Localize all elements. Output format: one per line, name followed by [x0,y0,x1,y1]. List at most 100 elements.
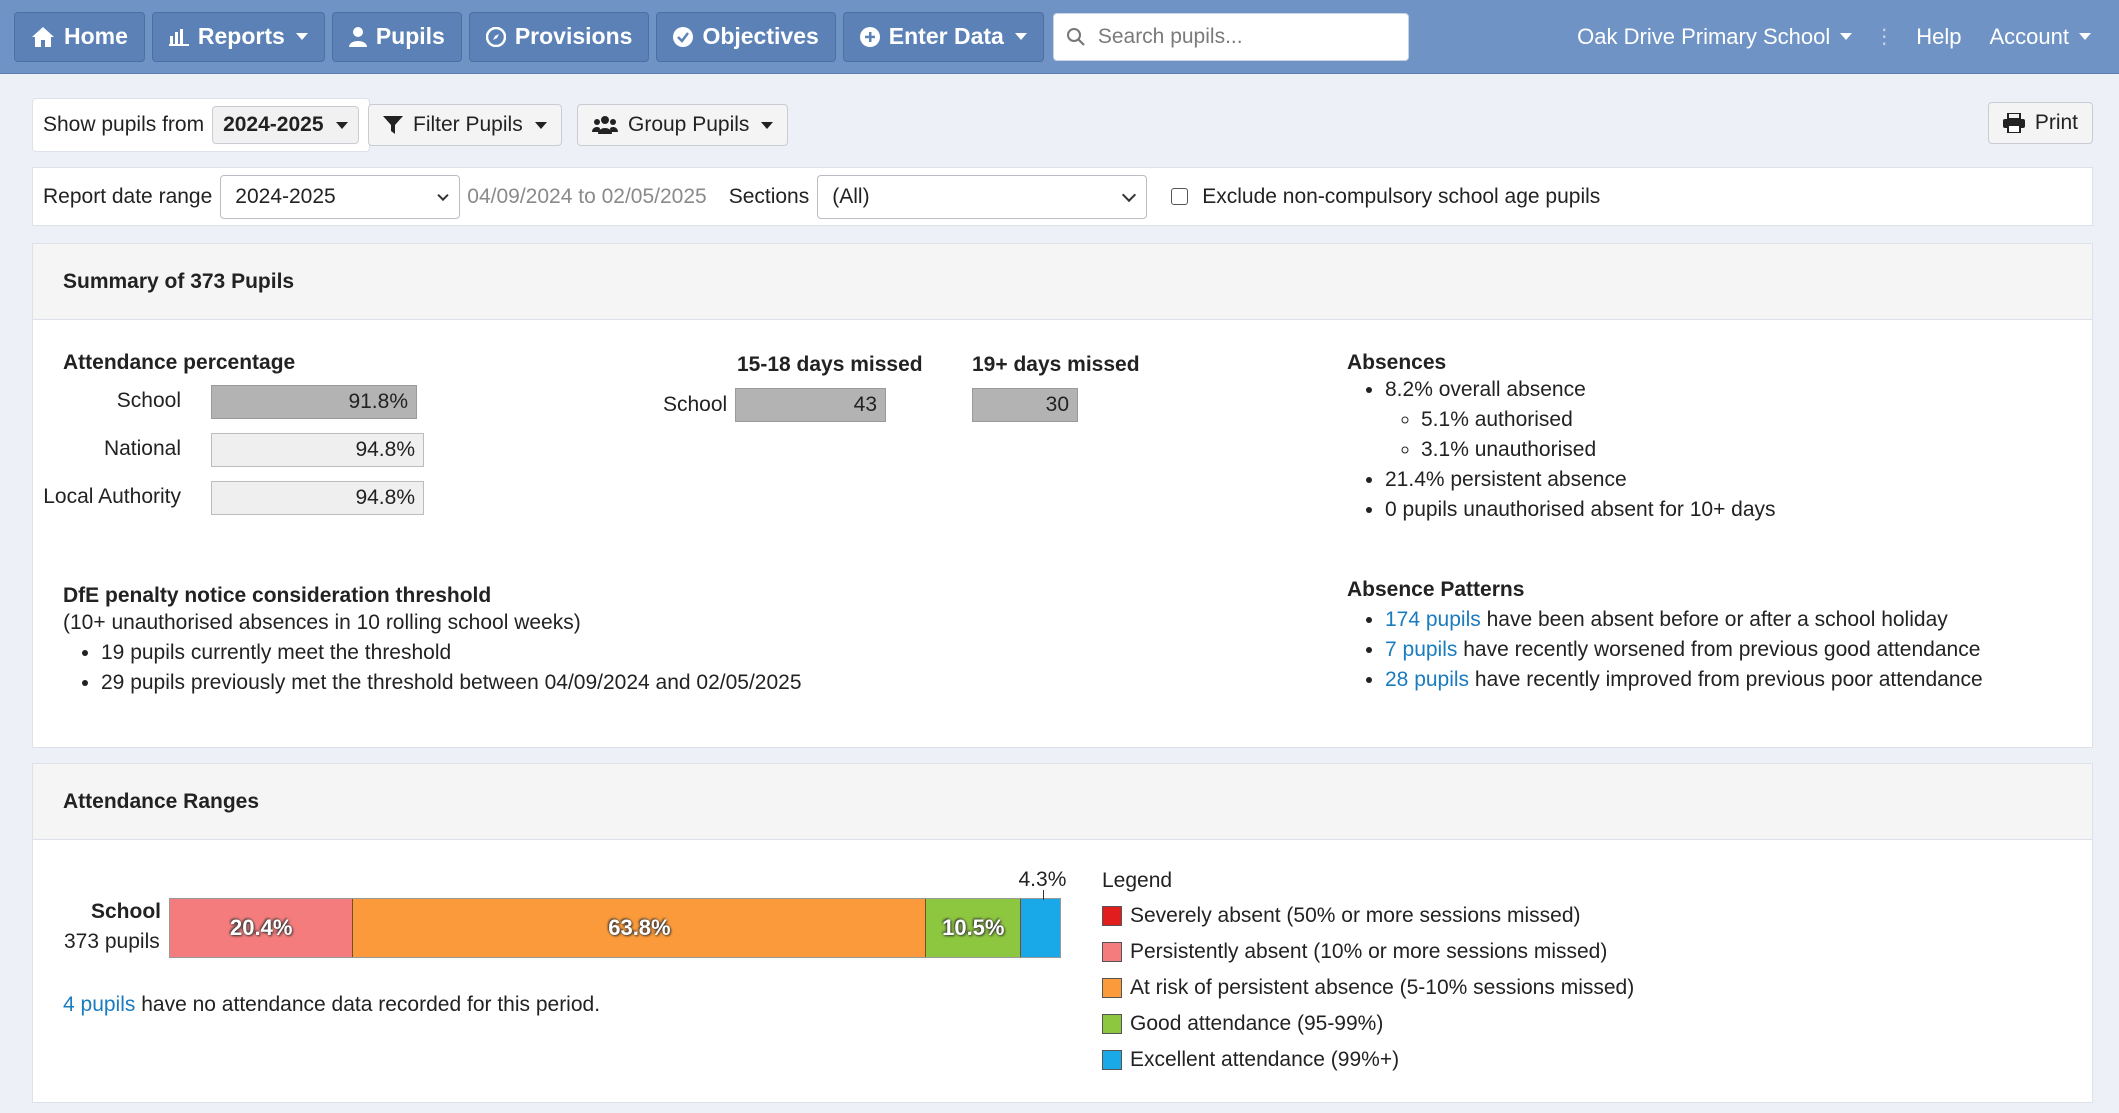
date-range-text: 04/09/2024 to 02/05/2025 [467,184,707,208]
user-icon [348,26,367,47]
missed-19-bar: 30 [972,388,1078,422]
nav-objectives-label: Objectives [702,23,819,49]
show-pupils-from-group: Show pupils from 2024-2025 [32,98,370,152]
filter-pupils-button[interactable]: Filter Pupils [368,104,562,146]
legend-label: Persistently absent (10% or more session… [1130,940,1608,963]
legend-label: Severely absent (50% or more sessions mi… [1130,904,1581,927]
top-navbar: Home Reports Pupils Provisions Objective… [0,0,2119,74]
date-range-value: 2024-2025 [235,184,336,208]
sections-select[interactable]: (All) [817,174,1148,219]
school-selector[interactable]: Oak Drive Primary School [1563,24,1866,50]
date-range-label: Report date range [43,184,213,208]
legend-swatch [1102,1050,1122,1070]
nav-reports-button[interactable]: Reports [151,11,325,62]
attendance-label-national: National [103,437,181,460]
users-icon [592,116,618,134]
chevron-down-icon [1840,33,1853,40]
missed-19-heading: 19+ days missed [972,353,1140,376]
attendance-bar-national: 94.8% [211,433,424,467]
bar-chart-icon [168,28,189,46]
toolbar-row-1: Show pupils from 2024-2025 Filter Pupils… [32,98,2093,152]
sections-label: Sections [728,184,810,208]
date-range-select[interactable]: 2024-2025 [220,174,461,219]
exclude-noncompulsory-label: Exclude non-compulsory school age pupils [1202,184,1601,208]
exclude-noncompulsory-checkbox[interactable] [1171,188,1189,205]
range-segment-2: 10.5% [926,899,1022,957]
plus-circle-icon [859,26,880,47]
penalty-list: 19 pupils currently meet the threshold 2… [63,638,802,698]
missed-15-18-row-label: School [663,393,728,416]
absence-unauthorised: 3.1% unauthorised [1421,435,1776,465]
school-name: Oak Drive Primary School [1577,23,1831,49]
nav-objectives-button[interactable]: Objectives [656,11,836,62]
attendance-value-national: 94.8% [355,438,415,461]
chevron-down-icon [295,33,308,40]
printer-icon [2002,113,2025,133]
nav-reports-label: Reports [197,23,285,49]
absence-ten-plus: 0 pupils unauthorised absent for 10+ day… [1385,495,1776,525]
absence-persistent: 21.4% persistent absence [1385,465,1776,495]
nav-enter-data-button[interactable]: Enter Data [842,11,1044,62]
year-dropdown[interactable]: 2024-2025 [212,106,359,144]
nav-enter-data-label: Enter Data [888,23,1004,49]
absence-sublist: 5.1% authorised 3.1% unauthorised [1385,405,1776,465]
print-label: Print [2034,111,2078,134]
home-icon [32,26,54,47]
pattern-item: 174 pupils have been absent before or af… [1385,605,1983,635]
chevron-down-icon [335,121,348,129]
legend-item: Excellent attendance (99%+) [1102,1048,1399,1072]
summary-title: Summary of 373 Pupils [33,244,2092,320]
show-from-label: Show pupils from [43,113,205,136]
chevron-down-icon [534,121,547,129]
penalty-heading: DfE penalty notice consideration thresho… [63,584,492,607]
absence-overall: 8.2% overall absence 5.1% authorised 3.1… [1385,375,1776,465]
attendance-bar-school: 91.8% [211,385,417,419]
attendance-label-school: School [116,389,181,412]
absence-patterns-heading: Absence Patterns [1347,578,1525,601]
help-link[interactable]: Help [1902,24,1975,50]
attendance-ranges-title: Attendance Ranges [33,764,2092,840]
group-pupils-button[interactable]: Group Pupils [577,104,789,146]
excellent-tick [1042,890,1044,900]
absence-patterns-section: Absence Patterns 174 pupils have been ab… [1347,575,1983,695]
print-button[interactable]: Print [1987,102,2093,144]
compass-icon [485,26,506,47]
absences-heading: Absences [1347,351,1447,374]
legend-swatch [1102,1014,1122,1034]
pattern-link-worsened[interactable]: 7 pupils [1385,638,1457,661]
filter-icon [383,116,403,134]
chevron-down-icon [2079,33,2091,40]
no-data-link[interactable]: 4 pupils [63,993,135,1016]
missed-15-18-value: 43 [853,393,877,416]
year-value: 2024-2025 [223,113,324,136]
nav-pupils-button[interactable]: Pupils [331,11,462,62]
absence-patterns-list: 174 pupils have been absent before or af… [1347,605,1983,695]
pattern-link-holiday[interactable]: 174 pupils [1385,608,1481,631]
nav-provisions-button[interactable]: Provisions [468,11,650,62]
nav-home-button[interactable]: Home [14,11,145,62]
ranges-row-sub: 373 pupils [64,930,160,953]
attendance-label-la: Local Authority [43,485,181,508]
nav-home-label: Home [64,23,128,49]
chevron-down-icon [761,121,774,129]
legend-swatch [1102,906,1122,926]
account-menu[interactable]: Account [1976,24,2106,50]
penalty-subheading: (10+ unauthorised absences in 10 rolling… [63,611,581,634]
legend-swatch [1102,942,1122,962]
attendance-value-school: 91.8% [348,390,408,413]
pattern-item: 7 pupils have recently worsened from pre… [1385,635,1983,665]
excellent-percent-label: 4.3% [1018,868,1067,891]
no-data-line: 4 pupils have no attendance data recorde… [63,993,600,1017]
search-pupils-input[interactable] [1095,23,1386,50]
summary-panel: Summary of 373 Pupils Attendance percent… [32,243,2093,748]
pattern-text-holiday: have been absent before or after a schoo… [1486,608,1948,631]
sections-value: (All) [832,184,870,208]
attendance-value-la: 94.8% [355,486,415,509]
pattern-link-improved[interactable]: 28 pupils [1385,668,1469,691]
absence-authorised: 5.1% authorised [1421,405,1776,435]
absences-section: Absences 8.2% overall absence 5.1% autho… [1347,351,1776,525]
legend-label: At risk of persistent absence (5-10% ses… [1130,976,1635,999]
legend-label: Good attendance (95-99%) [1130,1012,1384,1035]
legend-swatch [1102,978,1122,998]
legend-item: Persistently absent (10% or more session… [1102,940,1607,964]
